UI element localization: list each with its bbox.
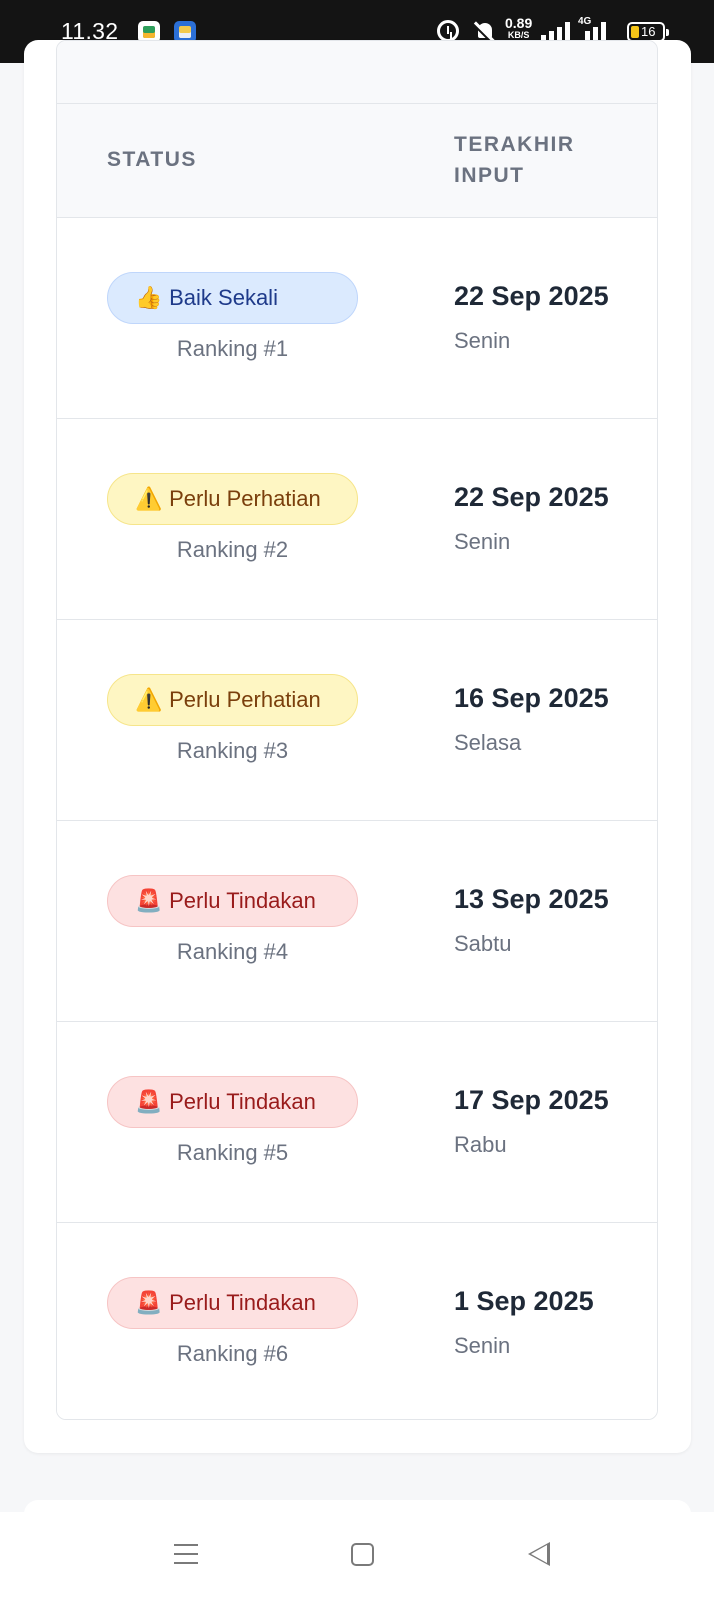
table-header: STATUS TERAKHIR INPUT <box>57 104 657 218</box>
header-terakhir-input: TERAKHIR INPUT <box>454 133 575 187</box>
ranking-label: Ranking #3 <box>176 738 289 763</box>
thumbs-up-icon: 👍 <box>135 285 163 310</box>
net-speed: 0.89 KB/S <box>505 15 533 40</box>
status-badge: ⚠️ Perlu Perhatian <box>107 473 358 525</box>
header-status: STATUS <box>107 148 197 171</box>
last-input-day: Sabtu <box>454 931 512 956</box>
status-badge: 🚨 Perlu Tindakan <box>107 1076 358 1128</box>
ranking-label: Ranking #1 <box>176 336 289 361</box>
home-icon[interactable] <box>351 1543 374 1566</box>
ranking-label: Ranking #6 <box>176 1341 289 1366</box>
ranking-label: Ranking #4 <box>176 939 289 964</box>
siren-icon: 🚨 <box>135 1290 163 1315</box>
last-input-date: 22 Sep 2025 <box>454 482 609 512</box>
last-input-day: Senin <box>454 1333 511 1358</box>
signal-icon <box>541 22 573 42</box>
warning-icon: ⚠️ <box>135 687 163 712</box>
status-badge: ⚠️ Perlu Perhatian <box>107 674 358 726</box>
last-input-day: Senin <box>454 328 511 353</box>
partial-row <box>57 41 657 104</box>
last-input-date: 16 Sep 2025 <box>454 683 609 713</box>
battery-icon: 16 <box>627 22 669 42</box>
last-input-date: 22 Sep 2025 <box>454 281 609 311</box>
status-table: STATUS TERAKHIR INPUT 👍 Baik Sekali Rank… <box>56 40 658 1420</box>
ranking-label: Ranking #5 <box>176 1140 289 1165</box>
warning-icon: ⚠️ <box>135 486 163 511</box>
status-badge: 🚨 Perlu Tindakan <box>107 875 358 927</box>
alarm-icon <box>437 20 459 42</box>
siren-icon: 🚨 <box>135 888 163 913</box>
status-badge: 🚨 Perlu Tindakan <box>107 1277 358 1329</box>
table-row: 🚨 Perlu Tindakan Ranking #4 13 Sep 2025 … <box>57 821 657 1022</box>
status-badge: 👍 Baik Sekali <box>107 272 358 324</box>
table-row: ⚠️ Perlu Perhatian Ranking #3 16 Sep 202… <box>57 620 657 821</box>
last-input-date: 1 Sep 2025 <box>454 1286 594 1316</box>
navigation-bar <box>0 1512 714 1599</box>
last-input-day: Rabu <box>454 1132 507 1157</box>
ranking-label: Ranking #2 <box>176 537 289 562</box>
siren-icon: 🚨 <box>135 1089 163 1114</box>
table-row: 🚨 Perlu Tindakan Ranking #5 17 Sep 2025 … <box>57 1022 657 1223</box>
last-input-day: Senin <box>454 529 511 554</box>
last-input-date: 17 Sep 2025 <box>454 1085 609 1115</box>
table-row: ⚠️ Perlu Perhatian Ranking #2 22 Sep 202… <box>57 419 657 620</box>
last-input-day: Selasa <box>454 730 522 755</box>
signal-icon-2 <box>585 22 617 42</box>
table-row: 👍 Baik Sekali Ranking #1 22 Sep 2025 Sen… <box>57 218 657 419</box>
last-input-date: 13 Sep 2025 <box>454 884 609 914</box>
table-row: 🚨 Perlu Tindakan Ranking #6 1 Sep 2025 S… <box>57 1223 657 1419</box>
menu-icon[interactable] <box>174 1543 198 1565</box>
back-icon[interactable] <box>528 1542 550 1566</box>
